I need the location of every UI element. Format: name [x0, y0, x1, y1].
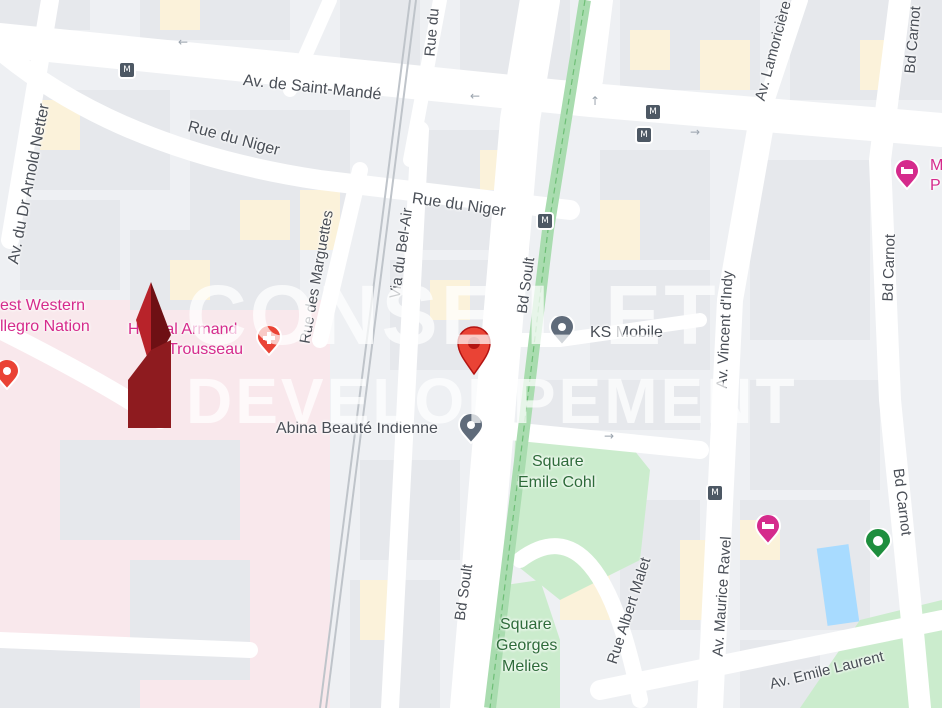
map-canvas[interactable]: ← ← → ↑ ↑ → Av. de Saint-Mandé Rue du Ni… — [0, 0, 942, 708]
hospital-label[interactable]: Hôpital Armand — [128, 321, 237, 339]
shop-icon[interactable] — [458, 414, 484, 444]
svg-text:→: → — [690, 125, 700, 139]
park-label-emile-cohl-2[interactable]: Emile Cohl — [518, 474, 595, 492]
hotel-label-right-2[interactable]: P — [930, 177, 941, 195]
hospital-icon[interactable] — [0, 360, 20, 390]
hotel-icon[interactable] — [755, 515, 781, 545]
metro-icon[interactable]: M — [706, 484, 724, 502]
svg-text:↑: ↑ — [590, 94, 600, 108]
metro-icon[interactable]: M — [635, 126, 653, 144]
park-label-emile-cohl[interactable]: Square — [532, 453, 584, 471]
hotel-icon[interactable] — [894, 160, 920, 190]
location-pin-icon[interactable] — [456, 326, 492, 376]
hotel-label-right[interactable]: M — [930, 157, 942, 175]
park-icon[interactable] — [864, 528, 892, 560]
hotel-label-best-western-2[interactable]: llegro Nation — [0, 318, 90, 336]
hospital-label-2[interactable]: Trousseau — [168, 341, 243, 359]
metro-icon[interactable]: M — [118, 61, 136, 79]
park-label-georges-melies[interactable]: Square — [500, 616, 552, 634]
svg-text:←: ← — [178, 35, 188, 49]
park-label-georges-melies-2[interactable]: Georges — [496, 637, 557, 655]
shop-label-abina[interactable]: Abina Beauté Indienne — [276, 420, 438, 438]
metro-icon[interactable]: M — [536, 212, 554, 230]
svg-text:→: → — [604, 429, 614, 443]
metro-icon[interactable]: M — [644, 103, 662, 121]
park-label-georges-melies-3[interactable]: Melies — [502, 658, 548, 676]
svg-text:←: ← — [470, 89, 480, 103]
street-label-bd-carnot-mid: Bd Carnot — [879, 233, 899, 302]
shop-label-ks-mobile[interactable]: KS Mobile — [590, 324, 663, 342]
hospital-icon[interactable] — [256, 326, 282, 356]
hotel-label-best-western[interactable]: est Western — [0, 297, 85, 315]
shop-icon[interactable] — [549, 316, 575, 346]
